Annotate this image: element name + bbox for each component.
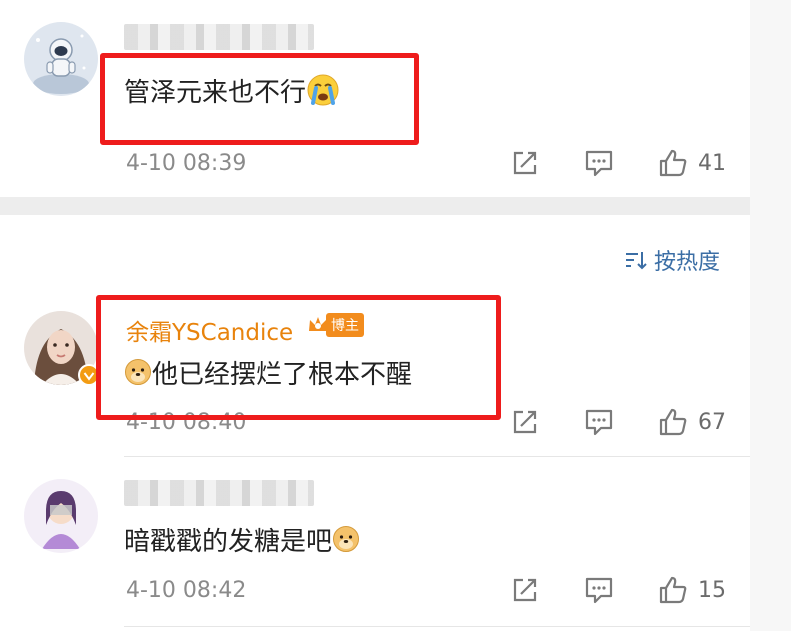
- sort-label: 按热度: [653, 250, 720, 275]
- astronaut-avatar-icon: [24, 22, 98, 96]
- like-thumb-icon[interactable]: [658, 148, 688, 178]
- scroll-margin: [750, 0, 791, 631]
- blurred-username[interactable]: [124, 24, 314, 50]
- like-count: 15: [698, 577, 726, 603]
- reply-icon[interactable]: [584, 407, 614, 437]
- share-icon[interactable]: [510, 148, 540, 178]
- like-count: 41: [698, 150, 726, 176]
- avatar[interactable]: [24, 22, 98, 96]
- section-divider: [0, 197, 750, 215]
- blurred-username[interactable]: [124, 480, 314, 506]
- row-divider: [124, 456, 750, 457]
- like-thumb-icon[interactable]: [658, 575, 688, 605]
- share-icon[interactable]: [510, 407, 540, 437]
- like-count: 67: [698, 409, 726, 435]
- cartoon-girl-avatar-icon: [24, 479, 98, 553]
- doge-icon: [332, 525, 360, 560]
- comment-timestamp: 4-10 08:39: [126, 151, 247, 176]
- comment-feed: 管泽元来也不行 4-10 08:39 41 按热度 余霜YSCandice 博主…: [0, 0, 750, 631]
- comment-text: 暗戳戳的发糖是吧: [124, 521, 360, 560]
- sort-by-heat-button[interactable]: 按热度: [624, 244, 720, 276]
- avatar[interactable]: [24, 479, 98, 553]
- share-icon[interactable]: [510, 575, 540, 605]
- reply-icon[interactable]: [584, 148, 614, 178]
- row-divider: [124, 626, 750, 627]
- comment-actions: 15: [510, 573, 726, 607]
- comment-timestamp: 4-10 08:42: [126, 578, 247, 603]
- sort-icon: [625, 252, 647, 270]
- reply-icon[interactable]: [584, 575, 614, 605]
- like-thumb-icon[interactable]: [658, 407, 688, 437]
- comment-actions: 67: [510, 405, 726, 439]
- comment-actions: 41: [510, 146, 726, 180]
- highlight-box-author-reply: [96, 295, 501, 420]
- highlight-box-first-comment: [100, 53, 419, 145]
